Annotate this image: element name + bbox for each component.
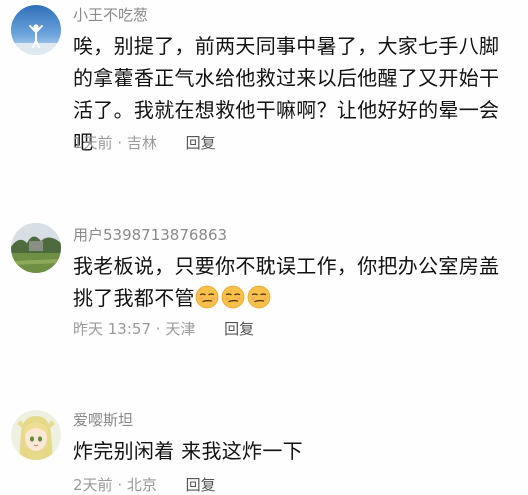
comment-meta: 昨天 13:57 · 天津 回复 (73, 319, 254, 339)
comment-text: 炸完别闲着 来我这炸一下 (73, 439, 303, 463)
username[interactable]: 用户5398713876863 (73, 225, 227, 245)
avatar[interactable] (11, 223, 61, 273)
reply-button[interactable]: 回复 (186, 476, 216, 494)
meta-separator: · (151, 320, 166, 338)
username[interactable]: 爱嘤斯坦 (73, 410, 133, 430)
meta-separator: · (112, 134, 127, 152)
username[interactable]: 小王不吃葱 (73, 5, 148, 25)
avatar-image (11, 223, 61, 273)
comment-location: 北京 (126, 476, 157, 494)
comment-item: 爱嘤斯坦 炸完别闲着 来我这炸一下 2天前 · 北京 回复 (0, 405, 528, 494)
comment-time: 昨天 13:57 (73, 320, 151, 338)
comment-time: 2天前 (73, 476, 113, 494)
comment-location: 天津 (165, 320, 196, 338)
smirk-emoji-icon (195, 285, 219, 309)
reply-button[interactable]: 回复 (186, 134, 216, 152)
avatar[interactable] (11, 410, 61, 460)
smirk-emoji-icon (221, 285, 245, 309)
comment-text-content: 我老板说，只要你不耽误工作，你把办公室房盖挑了我都不管 (73, 254, 500, 310)
comment-item: 用户5398713876863 我老板说，只要你不耽误工作，你把办公室房盖挑了我… (0, 220, 528, 350)
comment-location: 吉林 (126, 134, 157, 152)
comment-text: 我老板说，只要你不耽误工作，你把办公室房盖挑了我都不管 (73, 250, 511, 314)
avatar[interactable] (11, 5, 61, 55)
avatar-image (11, 410, 61, 460)
comment-meta: 1天前 · 吉林 回复 (73, 133, 216, 153)
comment-item: 小王不吃葱 唉，别提了，前两天同事中暑了，大家七手八脚的拿藿香正气水给他救过来以… (0, 0, 528, 160)
comment-meta: 2天前 · 北京 回复 (73, 475, 216, 495)
smirk-emoji-icon (247, 285, 271, 309)
avatar-image (11, 5, 61, 55)
meta-separator: · (112, 476, 127, 494)
reply-button[interactable]: 回复 (224, 320, 254, 338)
comment-time: 1天前 (73, 134, 113, 152)
